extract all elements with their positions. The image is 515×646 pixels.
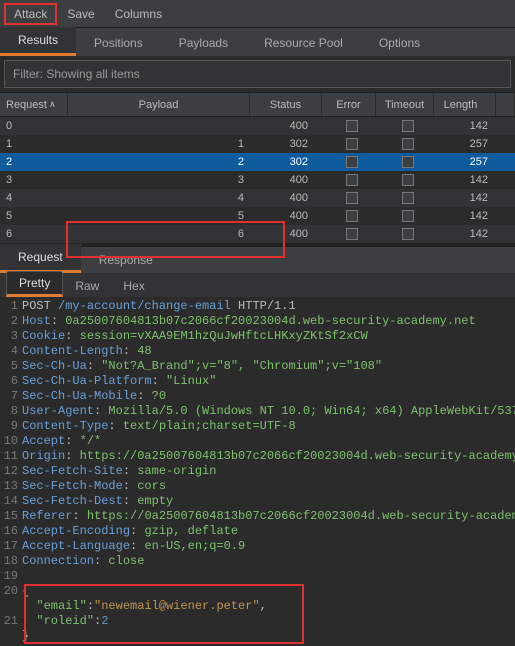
tab-raw[interactable]: Raw [63, 275, 111, 297]
tab-resource-pool[interactable]: Resource Pool [246, 30, 361, 56]
table-row[interactable]: 33400142 [0, 171, 515, 189]
tab-pretty[interactable]: Pretty [6, 271, 63, 297]
error-checkbox[interactable] [346, 138, 358, 150]
filter-bar[interactable]: Filter: Showing all items [4, 60, 511, 88]
tab-response[interactable]: Response [81, 247, 171, 273]
timeout-checkbox[interactable] [402, 138, 414, 150]
table-row[interactable]: 55400142 [0, 207, 515, 225]
timeout-checkbox[interactable] [402, 156, 414, 168]
request-response-tabs: Request Response [0, 247, 515, 273]
error-checkbox[interactable] [346, 192, 358, 204]
table-row[interactable]: 66400142 [0, 225, 515, 243]
timeout-checkbox[interactable] [402, 210, 414, 222]
table-row[interactable]: 44400142 [0, 189, 515, 207]
timeout-checkbox[interactable] [402, 228, 414, 240]
timeout-checkbox[interactable] [402, 120, 414, 132]
tab-options[interactable]: Options [361, 30, 438, 56]
error-checkbox[interactable] [346, 210, 358, 222]
tab-request[interactable]: Request [0, 244, 81, 273]
table-row[interactable]: 11302257 [0, 135, 515, 153]
menu-save[interactable]: Save [57, 3, 104, 25]
table-row[interactable]: 0400142 [0, 117, 515, 135]
timeout-checkbox[interactable] [402, 192, 414, 204]
menu-bar: Attack Save Columns [0, 0, 515, 28]
tab-hex[interactable]: Hex [111, 275, 156, 297]
error-checkbox[interactable] [346, 156, 358, 168]
table-row[interactable]: 22302257 [0, 153, 515, 171]
tab-positions[interactable]: Positions [76, 30, 161, 56]
tab-payloads[interactable]: Payloads [161, 30, 246, 56]
col-length[interactable]: Length [434, 93, 496, 116]
timeout-checkbox[interactable] [402, 174, 414, 186]
error-checkbox[interactable] [346, 120, 358, 132]
col-status[interactable]: Status [250, 93, 322, 116]
menu-attack[interactable]: Attack [4, 3, 57, 25]
error-checkbox[interactable] [346, 174, 358, 186]
tab-results[interactable]: Results [0, 27, 76, 56]
col-error[interactable]: Error [322, 93, 376, 116]
table-header: Request∧ Payload Status Error Timeout Le… [0, 93, 515, 117]
main-tabs: Results Positions Payloads Resource Pool… [0, 28, 515, 56]
results-table: Request∧ Payload Status Error Timeout Le… [0, 92, 515, 243]
sort-caret-icon: ∧ [49, 99, 56, 110]
error-checkbox[interactable] [346, 228, 358, 240]
menu-columns[interactable]: Columns [105, 3, 172, 25]
col-payload[interactable]: Payload [68, 93, 250, 116]
request-editor[interactable]: 1POST /my-account/change-email HTTP/1.1 … [0, 297, 515, 646]
col-request[interactable]: Request∧ [0, 93, 68, 116]
view-tabs: Pretty Raw Hex [0, 273, 515, 297]
col-timeout[interactable]: Timeout [376, 93, 434, 116]
